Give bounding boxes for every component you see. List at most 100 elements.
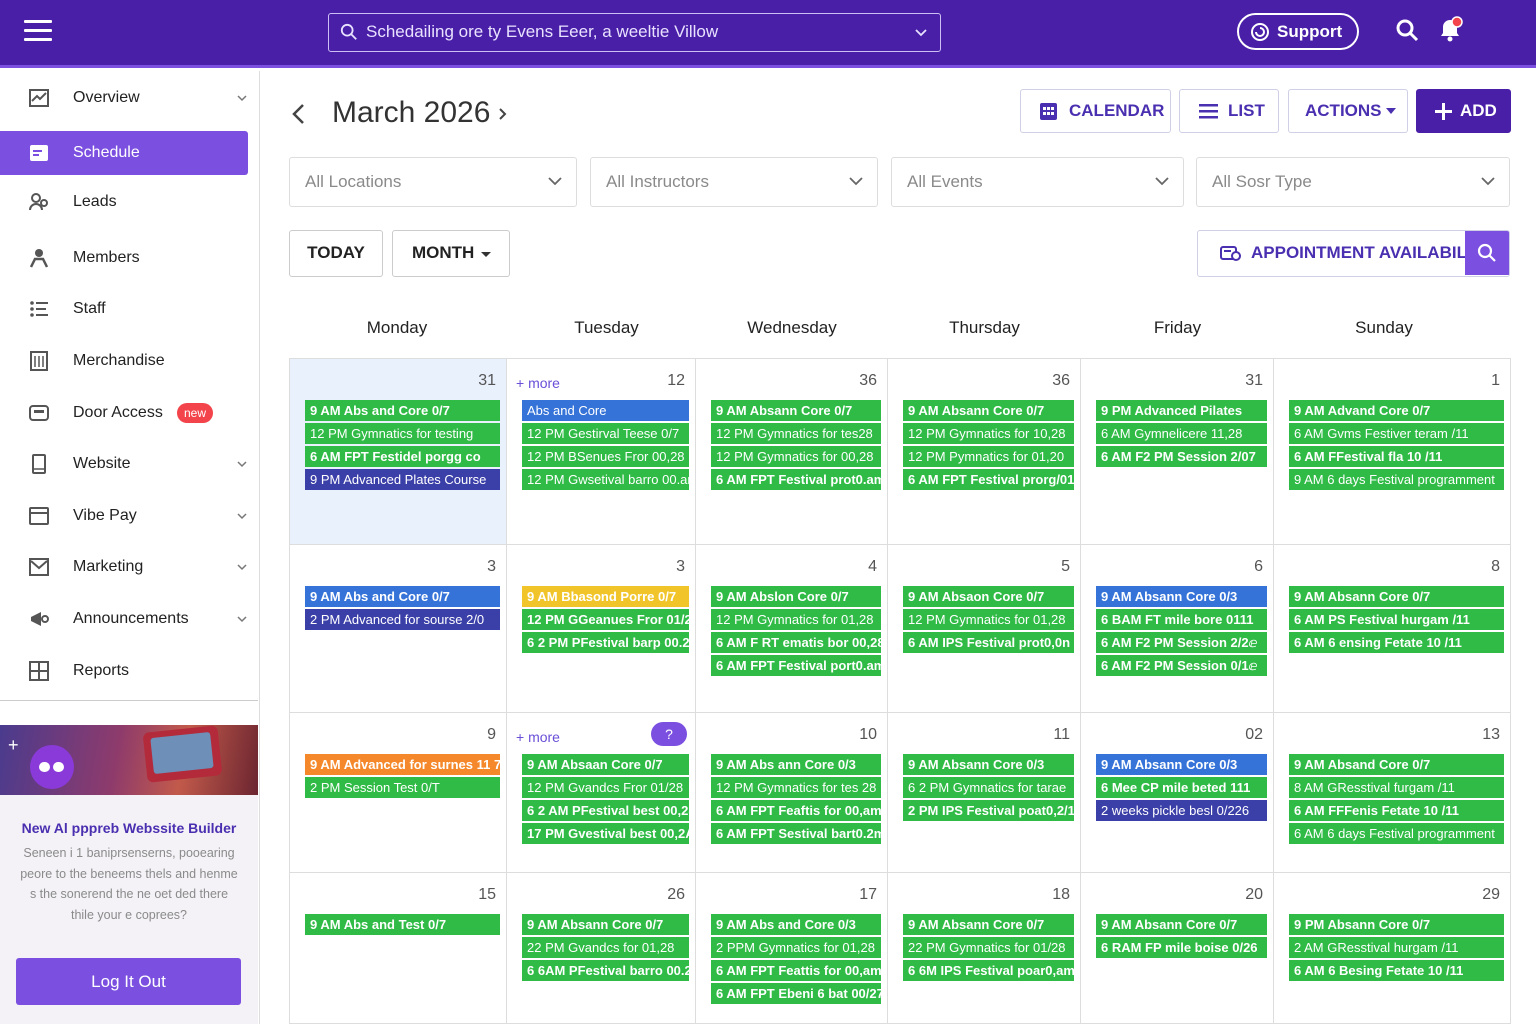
calendar-day-cell[interactable]: 36 9 AM Absann Core 0/7 12 PM Gymnatics fo… <box>696 359 888 545</box>
sidebar-item-vibe-pay[interactable]: Vibe Pay <box>0 494 248 538</box>
calendar-day-cell[interactable]: 10 9 AM Abs ann Core 0/3 12 PM Gymnatics f… <box>696 713 888 873</box>
month-view-dropdown[interactable]: MONTH <box>392 230 510 277</box>
sidebar-item-door-access[interactable]: Door Access new <box>0 391 248 435</box>
calendar-event[interactable]: 6 RAM FP mile boise 0/26 <box>1096 937 1267 958</box>
calendar-event[interactable]: 9 AM Abs and Core 0/7 <box>305 400 500 421</box>
calendar-event[interactable]: 6 AM FPT Festival prot0.am <box>711 469 881 490</box>
sidebar-item-overview[interactable]: Overview <box>0 76 248 120</box>
calendar-day-cell[interactable]: 12 + more Abs and Core 12 PM Gestirval Tees… <box>507 359 696 545</box>
calendar-event[interactable]: 9 AM Abs and Core 0/3 <box>711 914 881 935</box>
calendar-day-cell[interactable]: 3 9 AM Abs and Core 0/7 2 PM Advanced for … <box>290 545 507 713</box>
calendar-event[interactable]: 9 AM Abs and Test 0/7 <box>305 914 500 935</box>
appointment-search-button[interactable] <box>1465 231 1509 275</box>
calendar-event[interactable]: 6 AM FPT Feaftis for 00,am <box>711 800 881 821</box>
calendar-event[interactable]: 9 AM Abs and Core 0/7 <box>305 586 500 607</box>
locations-filter[interactable]: All Locations <box>289 157 577 207</box>
calendar-event[interactable]: 6 6M IPS Festival poar0,am <box>903 960 1074 981</box>
calendar-event[interactable]: 6 AM FPT Ebeni 6 bat 00/27 <box>711 983 881 1004</box>
calendar-event[interactable]: 9 AM 6 days Festival programment <box>1289 469 1504 490</box>
sidebar-item-reports[interactable]: Reports <box>0 649 248 693</box>
calendar-event[interactable]: 6 AM F2 PM Session 0/1ⅇ <box>1096 655 1267 676</box>
calendar-event[interactable]: 6 AM FFFenis Fetate 10 /11 <box>1289 800 1504 821</box>
calendar-day-cell[interactable]: 5 9 AM Absaon Core 0/7 12 PM Gymnatics for… <box>888 545 1081 713</box>
calendar-event[interactable]: 6 AM FPT Feattis for 00,am <box>711 960 881 981</box>
calendar-day-cell[interactable]: 17 9 AM Abs and Core 0/3 2 PPM Gymnatics f… <box>696 873 888 1024</box>
calendar-event[interactable]: 9 AM Absann Core 0/3 <box>903 754 1074 775</box>
calendar-event[interactable]: 6 2 PM Gymnatics for tarae <box>903 777 1074 798</box>
calendar-event[interactable]: 9 AM Abslon Core 0/7 <box>711 586 881 607</box>
calendar-event[interactable]: 2 PM Advanced for sourse 2/0 <box>305 609 500 630</box>
calendar-event[interactable]: 12 PM Pymnatics for 01,20 <box>903 446 1074 467</box>
calendar-event[interactable]: 22 PM Gvandcs for 01,28 <box>522 937 689 958</box>
calendar-event[interactable]: 9 AM Absaan Core 0/7 <box>522 754 689 775</box>
help-badge[interactable]: ? <box>651 722 687 746</box>
more-events-link[interactable]: + more <box>516 375 560 391</box>
calendar-event[interactable]: 6 BAM FT mile bore 0111 <box>1096 609 1267 630</box>
calendar-event[interactable]: 6 AM F2 PM Session 2/07 <box>1096 446 1267 467</box>
hamburger-menu-icon[interactable] <box>24 20 52 42</box>
search-input[interactable]: Schedailing ore ty Evens Eeer, a weeltie… <box>328 13 941 52</box>
calendar-event[interactable]: 6 6AM PFestival barro 00.2m <box>522 960 689 981</box>
calendar-event[interactable]: 6 AM 6 days Festival programment <box>1289 823 1504 844</box>
calendar-day-cell[interactable]: 3 9 AM Bbasond Porre 0/7 12 PM GGeanues Fr… <box>507 545 696 713</box>
next-month-icon[interactable] <box>497 106 509 122</box>
calendar-day-cell[interactable]: + more? 9 AM Absaan Core 0/7 12 PM Gvandcs… <box>507 713 696 873</box>
calendar-event[interactable]: 6 AM FPT Festidel porgg co <box>305 446 500 467</box>
calendar-event[interactable]: 2 PM IPS Festival poat0,2/1 <box>903 800 1074 821</box>
calendar-event[interactable]: 9 AM Advand Core 0/7 <box>1289 400 1504 421</box>
calendar-event[interactable]: 8 AM GResstival furgam /11 <box>1289 777 1504 798</box>
calendar-event[interactable]: 2 PPM Gymnatics for 01,28 <box>711 937 881 958</box>
instructors-filter[interactable]: All Instructors <box>590 157 878 207</box>
calendar-day-cell[interactable]: 18 9 AM Absann Core 0/7 22 PM Gymnatics fo… <box>888 873 1081 1024</box>
calendar-day-cell[interactable]: 4 9 AM Abslon Core 0/7 12 PM Gymnatics for… <box>696 545 888 713</box>
sidebar-item-marketing[interactable]: Marketing <box>0 545 248 589</box>
bell-icon[interactable] <box>1436 16 1464 44</box>
previous-month-icon[interactable] <box>291 103 307 125</box>
calendar-event[interactable]: 6 AM F RT ematis bor 00,28 <box>711 632 881 653</box>
calendar-event[interactable]: 9 AM Absann Core 0/3 <box>1096 586 1267 607</box>
calendar-event[interactable]: 2 PM Session Test 0/T <box>305 777 500 798</box>
calendar-day-cell[interactable]: 6 9 AM Absann Core 0/3 6 BAM FT mile bore … <box>1081 545 1274 713</box>
calendar-day-cell[interactable]: 26 9 AM Absann Core 0/7 22 PM Gvandcs for … <box>507 873 696 1024</box>
calendar-event[interactable]: 9 AM Advanced for surnes 11 7 <box>305 754 500 775</box>
calendar-event[interactable]: 12 PM Gymnatics for 01,28 <box>903 609 1074 630</box>
calendar-event[interactable]: 6 AM IPS Festival prot0,0n <box>903 632 1074 653</box>
calendar-day-cell[interactable]: 11 9 AM Absann Core 0/3 6 2 PM Gymnatics f… <box>888 713 1081 873</box>
calendar-event[interactable]: 9 AM Absann Core 0/7 <box>1096 914 1267 935</box>
calendar-day-cell[interactable]: 02 9 AM Absann Core 0/3 6 Mee CP mile bete… <box>1081 713 1274 873</box>
sidebar-item-members[interactable]: Members <box>0 236 248 280</box>
calendar-event[interactable]: 6 AM FPT Festival port0.am <box>711 655 881 676</box>
calendar-event[interactable]: 9 PM Absann Core 0/7 <box>1289 914 1504 935</box>
calendar-event[interactable]: 9 AM Absann Core 0/7 <box>903 400 1074 421</box>
calendar-event[interactable]: 6 AM Gvms Festiver teram /11 <box>1289 423 1504 444</box>
calendar-day-cell[interactable]: 15 9 AM Abs and Test 0/7 <box>290 873 507 1024</box>
calendar-event[interactable]: 9 AM Absann Core 0/7 <box>711 400 881 421</box>
sidebar-item-website[interactable]: Website <box>0 442 248 486</box>
sidebar-item-announcements[interactable]: Announcements <box>0 597 248 641</box>
appointment-availability-button[interactable]: APPOINTMENT AVAILABILY <box>1197 230 1510 277</box>
support-button[interactable]: Support <box>1237 13 1359 50</box>
calendar-day-cell[interactable]: 9 9 AM Advanced for surnes 11 72 PM Sessi… <box>290 713 507 873</box>
calendar-event[interactable]: 17 PM Gvestival best 00,2A <box>522 823 689 844</box>
calendar-event[interactable]: 9 AM Absann Core 0/7 <box>1289 586 1504 607</box>
add-button[interactable]: ADD <box>1416 89 1511 133</box>
logout-button[interactable]: Log It Out <box>16 958 241 1005</box>
calendar-event[interactable]: 2 AM GResstival hurgam /11 <box>1289 937 1504 958</box>
calendar-event[interactable]: 9 AM Absand Core 0/7 <box>1289 754 1504 775</box>
calendar-day-cell[interactable]: 13 9 AM Absand Core 0/7 8 AM GResstival fu… <box>1274 713 1511 873</box>
calendar-event[interactable]: 6 AM 6 Besing Fetate 10 /11 <box>1289 960 1504 981</box>
calendar-event[interactable]: 9 AM Abs ann Core 0/3 <box>711 754 881 775</box>
calendar-event[interactable]: 12 PM BSenues Fror 00,28 <box>522 446 689 467</box>
calendar-event[interactable]: 6 AM F2 PM Session 2/2ⅇ <box>1096 632 1267 653</box>
calendar-event[interactable]: 9 PM Advanced Pilates <box>1096 400 1267 421</box>
calendar-event[interactable]: 12 PM GGeanues Fror 01/28 <box>522 609 689 630</box>
calendar-event[interactable]: 12 PM Gymnatics for 10,28 <box>903 423 1074 444</box>
calendar-event[interactable]: 9 AM Absann Core 0/7 <box>903 914 1074 935</box>
calendar-day-cell[interactable]: 36 9 AM Absann Core 0/7 12 PM Gymnatics fo… <box>888 359 1081 545</box>
calendar-view-button[interactable]: CALENDAR <box>1020 89 1171 133</box>
calendar-event[interactable]: 12 PM Gymnatics for tes 28 <box>711 777 881 798</box>
calendar-day-cell[interactable]: 20 9 AM Absann Core 0/7 6 RAM FP mile bois… <box>1081 873 1274 1024</box>
calendar-day-cell[interactable]: 1 9 AM Advand Core 0/7 6 AM Gvms Festiver … <box>1274 359 1511 545</box>
calendar-event[interactable]: 9 AM Absann Core 0/3 <box>1096 754 1267 775</box>
calendar-event[interactable]: 12 PM Gvandcs Fror 01/28 <box>522 777 689 798</box>
